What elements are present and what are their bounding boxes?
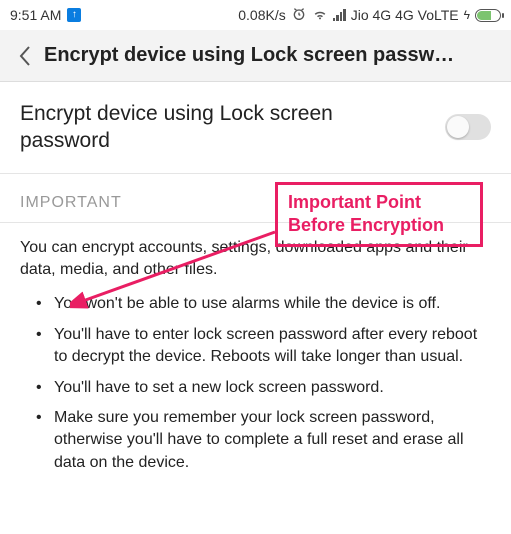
encrypt-toggle-label: Encrypt device using Lock screen passwor… xyxy=(20,100,400,155)
section-important-label: IMPORTANT xyxy=(0,174,511,222)
status-time: 9:51 AM xyxy=(10,7,61,23)
intro-text: You can encrypt accounts, settings, down… xyxy=(0,223,511,290)
list-item: You'll have to enter lock screen passwor… xyxy=(54,324,487,369)
toggle-knob xyxy=(447,116,469,138)
upload-icon: ↑ xyxy=(67,8,81,22)
page-title: Encrypt device using Lock screen passw… xyxy=(40,44,454,67)
header-bar: Encrypt device using Lock screen passw… xyxy=(0,30,511,82)
status-bar: 9:51 AM ↑ 0.08K/s Jio 4G 4G VoLTE ϟ xyxy=(0,0,511,30)
wifi-icon xyxy=(312,6,328,25)
battery-icon xyxy=(475,9,501,22)
encrypt-toggle-row[interactable]: Encrypt device using Lock screen passwor… xyxy=(0,82,511,173)
list-item: You won't be able to use alarms while th… xyxy=(54,293,487,315)
encrypt-toggle[interactable] xyxy=(445,114,491,140)
data-speed: 0.08K/s xyxy=(238,7,285,23)
signal-icon xyxy=(333,9,346,21)
list-item: Make sure you remember your lock screen … xyxy=(54,407,487,474)
charging-icon: ϟ xyxy=(464,8,470,22)
list-item: You'll have to set a new lock screen pas… xyxy=(54,377,487,399)
alarm-icon xyxy=(291,6,307,25)
important-bullets: You won't be able to use alarms while th… xyxy=(0,289,511,474)
carrier-label: Jio 4G 4G VoLTE xyxy=(351,7,459,23)
back-button[interactable] xyxy=(10,41,40,71)
